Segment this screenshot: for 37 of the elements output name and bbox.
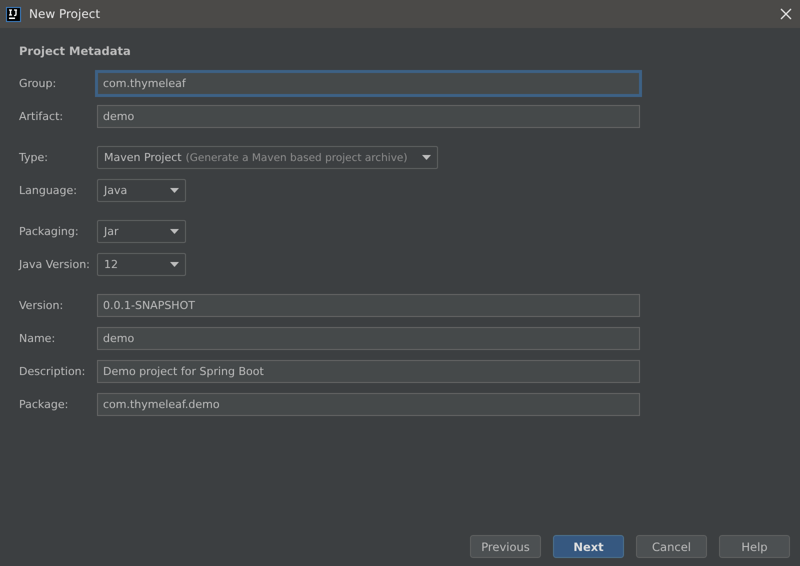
dialog-button[interactable]: Help [719, 535, 790, 558]
dropdown-value: Jar [104, 225, 119, 238]
field-label: Group: [19, 77, 58, 90]
dialog-button[interactable]: Previous [470, 535, 541, 558]
field-label: Package: [19, 398, 70, 411]
dropdown-value: 12 [104, 258, 118, 271]
text-field[interactable]: com.thymeleaf.demo [97, 393, 640, 416]
dropdown[interactable]: Java [97, 179, 186, 202]
field-label: Description: [19, 365, 86, 378]
caret-icon [422, 155, 431, 160]
text-field[interactable]: demo [97, 327, 640, 350]
default-button[interactable]: Next [553, 535, 624, 558]
field-label: Version: [19, 299, 64, 312]
section-title: Project Metadata [19, 44, 132, 58]
field-label: Packaging: [19, 225, 80, 238]
text-field[interactable]: 0.0.1-SNAPSHOT [97, 294, 640, 317]
caret-icon [170, 188, 179, 193]
dropdown[interactable]: 12 [97, 253, 186, 276]
text-field[interactable]: demo [97, 105, 640, 128]
text-field[interactable]: Demo project for Spring Boot [97, 360, 640, 383]
window-title: New Project [29, 7, 102, 21]
text-field[interactable]: com.thymeleaf [97, 72, 640, 95]
dropdown-value: Maven Project [104, 151, 182, 164]
field-label: Artifact: [19, 110, 64, 123]
field-label: Java Version: [19, 258, 91, 271]
dropdown-value: Java [104, 184, 128, 197]
field-label: Name: [19, 332, 56, 345]
caret-icon [170, 262, 179, 267]
dialog-button[interactable]: Cancel [636, 535, 707, 558]
dropdown[interactable]: Jar [97, 220, 186, 243]
dropdown-hint: (Generate a Maven based project archive) [186, 152, 408, 164]
app-logo-icon [6, 6, 21, 22]
caret-icon [170, 229, 179, 234]
field-label: Type: [19, 151, 49, 164]
field-label: Language: [19, 184, 78, 197]
dropdown[interactable]: Maven Project (Generate a Maven based project archive) [97, 146, 438, 169]
close-icon[interactable] [780, 8, 792, 20]
